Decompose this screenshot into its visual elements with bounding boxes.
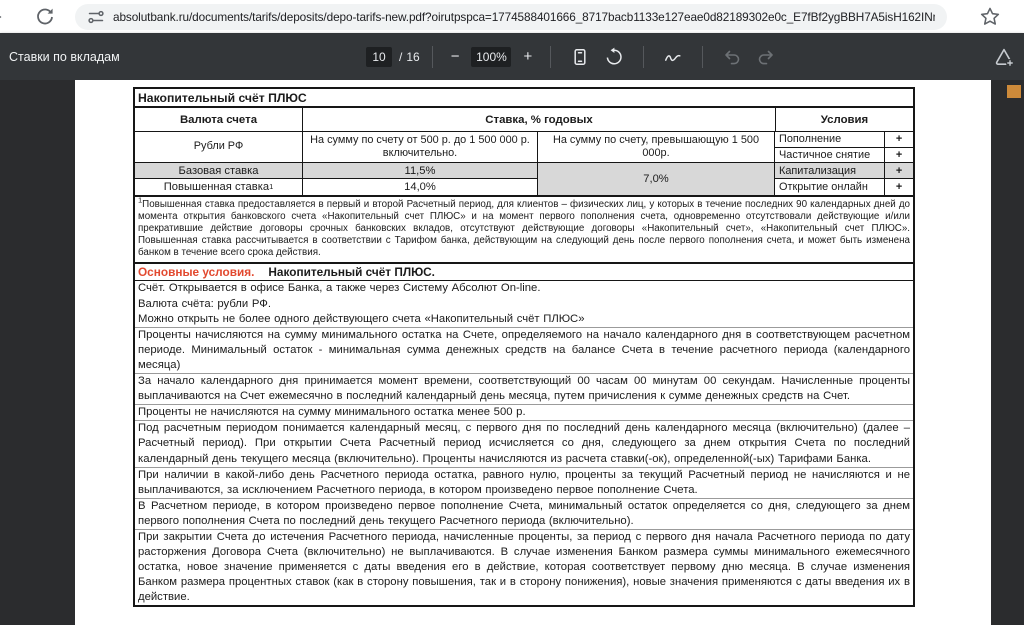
condition-label: Пополнение <box>775 133 884 145</box>
paragraph-line: Валюта счёта: рубли РФ. <box>138 297 910 312</box>
pdf-controls: 10 / 16 − 100% + <box>366 33 783 80</box>
plus-rate-label-text: Повышенная ставка <box>164 181 269 193</box>
pdf-page: Накопительный счёт ПЛЮС Валюта счета Ста… <box>75 80 991 625</box>
conditions-top: Пополнение + Частичное снятие + <box>775 132 913 162</box>
condition-value: + <box>884 148 913 163</box>
condition-row: Частичное снятие + <box>775 147 913 163</box>
footnote-text: Повышенная ставка предоставляется в перв… <box>138 199 910 258</box>
condition-row: Пополнение + <box>775 132 913 147</box>
document-title: Ставки по вкладам <box>9 33 120 80</box>
site-settings-icon[interactable] <box>87 8 105 26</box>
toolbar-divider <box>550 46 551 68</box>
browser-url-bar: absolutbank.ru/documents/tarifs/deposits… <box>0 0 1024 33</box>
condition-value: + <box>884 132 913 147</box>
paragraph-row: За начало календарного дня принимается м… <box>135 373 913 404</box>
condition-row: Открытие онлайн + <box>775 179 913 195</box>
table-title: Накопительный счёт ПЛЮС <box>135 89 913 108</box>
rotate-icon[interactable] <box>604 47 624 67</box>
zoom-out-button[interactable]: − <box>445 48 466 65</box>
merged-rate-tier2: 7,0% <box>538 163 775 195</box>
page-number-input[interactable]: 10 <box>366 47 392 67</box>
page-count: 16 <box>406 50 419 64</box>
section-header: Основные условия. Накопительный счёт ПЛЮ… <box>135 264 913 281</box>
plus-rate-tier1: 14,0% <box>303 179 537 195</box>
paragraph-line: Можно открыть не более одного действующе… <box>138 312 910 327</box>
pdf-toolbar: Ставки по вкладам 10 / 16 − 100% + <box>0 33 1024 80</box>
condition-value: + <box>884 163 913 178</box>
plus-rate-label: Повышенная ставка1 <box>135 179 302 195</box>
paragraph-row: Под расчетным периодом понимается календ… <box>135 420 913 466</box>
condition-value: + <box>884 179 913 195</box>
redo-icon[interactable] <box>756 47 776 67</box>
tier1-cell: На сумму по счету от 500 р. до 1 500 000… <box>303 132 538 162</box>
toolbar-divider <box>643 46 644 68</box>
tier2-cell: На сумму по счету, превышающую 1 500 000… <box>538 132 775 162</box>
forward-nav-icon[interactable] <box>0 7 10 27</box>
paragraph-line: Счёт. Открывается в офисе Банка, а также… <box>138 281 910 296</box>
header-rate: Ставка, % годовых <box>303 108 776 131</box>
url-bar[interactable]: absolutbank.ru/documents/tarifs/deposits… <box>75 4 947 30</box>
base-rate-tier1: 11,5% <box>303 163 537 179</box>
reload-icon <box>34 6 56 28</box>
paragraph-row: При закрытии Счета до истечения Расчетно… <box>135 529 913 605</box>
footnote: 1Повышенная ставка предоставляется в пер… <box>135 197 913 264</box>
condition-label: Капитализация <box>775 165 884 177</box>
paragraph-row: При наличии в какой-либо день Расчетного… <box>135 467 913 498</box>
currency-cell: Рубли РФ <box>135 132 303 162</box>
table-rates-rows: Базовая ставка Повышенная ставка1 11,5% … <box>135 163 913 197</box>
toolbar-divider <box>702 46 703 68</box>
zoom-in-button[interactable]: + <box>517 48 538 65</box>
page-separator: / <box>399 50 402 64</box>
url-text: absolutbank.ru/documents/tarifs/deposits… <box>113 10 935 24</box>
paragraph-row: Проценты начисляются на сумму минимально… <box>135 327 913 373</box>
header-currency: Валюта счета <box>135 108 303 131</box>
paragraph-row: Проценты не начисляются на сумму минимал… <box>135 404 913 420</box>
annotate-pen-icon[interactable] <box>663 47 683 67</box>
bookmark-star-icon[interactable] <box>979 6 1001 28</box>
undo-icon[interactable] <box>722 47 742 67</box>
download-icon[interactable] <box>993 46 1015 68</box>
condition-label: Частичное снятие <box>775 149 884 161</box>
scrollbar-thumb[interactable] <box>1007 85 1021 98</box>
paragraph-row: В Расчетном периоде, в котором произведе… <box>135 498 913 529</box>
fit-to-page-icon[interactable] <box>570 47 590 67</box>
document-box: Накопительный счёт ПЛЮС Валюта счета Ста… <box>133 87 915 607</box>
table-currency-row: Рубли РФ На сумму по счету от 500 р. до … <box>135 132 913 163</box>
section-header-title: Накопительный счёт ПЛЮС. <box>268 265 435 279</box>
reload-button[interactable] <box>34 6 56 28</box>
zoom-level: 100% <box>471 47 511 67</box>
condition-row: Капитализация + <box>775 163 913 179</box>
paragraph-row: Счёт. Открывается в офисе Банка, а также… <box>135 281 913 326</box>
header-conditions: Условия <box>776 108 913 131</box>
pdf-content-area: Накопительный счёт ПЛЮС Валюта счета Ста… <box>0 80 1024 625</box>
condition-label: Открытие онлайн <box>775 181 884 193</box>
section-header-accent: Основные условия. <box>138 265 254 279</box>
base-rate-label: Базовая ставка <box>135 163 302 179</box>
toolbar-divider <box>432 46 433 68</box>
table-header-row: Валюта счета Ставка, % годовых Условия <box>135 108 913 132</box>
